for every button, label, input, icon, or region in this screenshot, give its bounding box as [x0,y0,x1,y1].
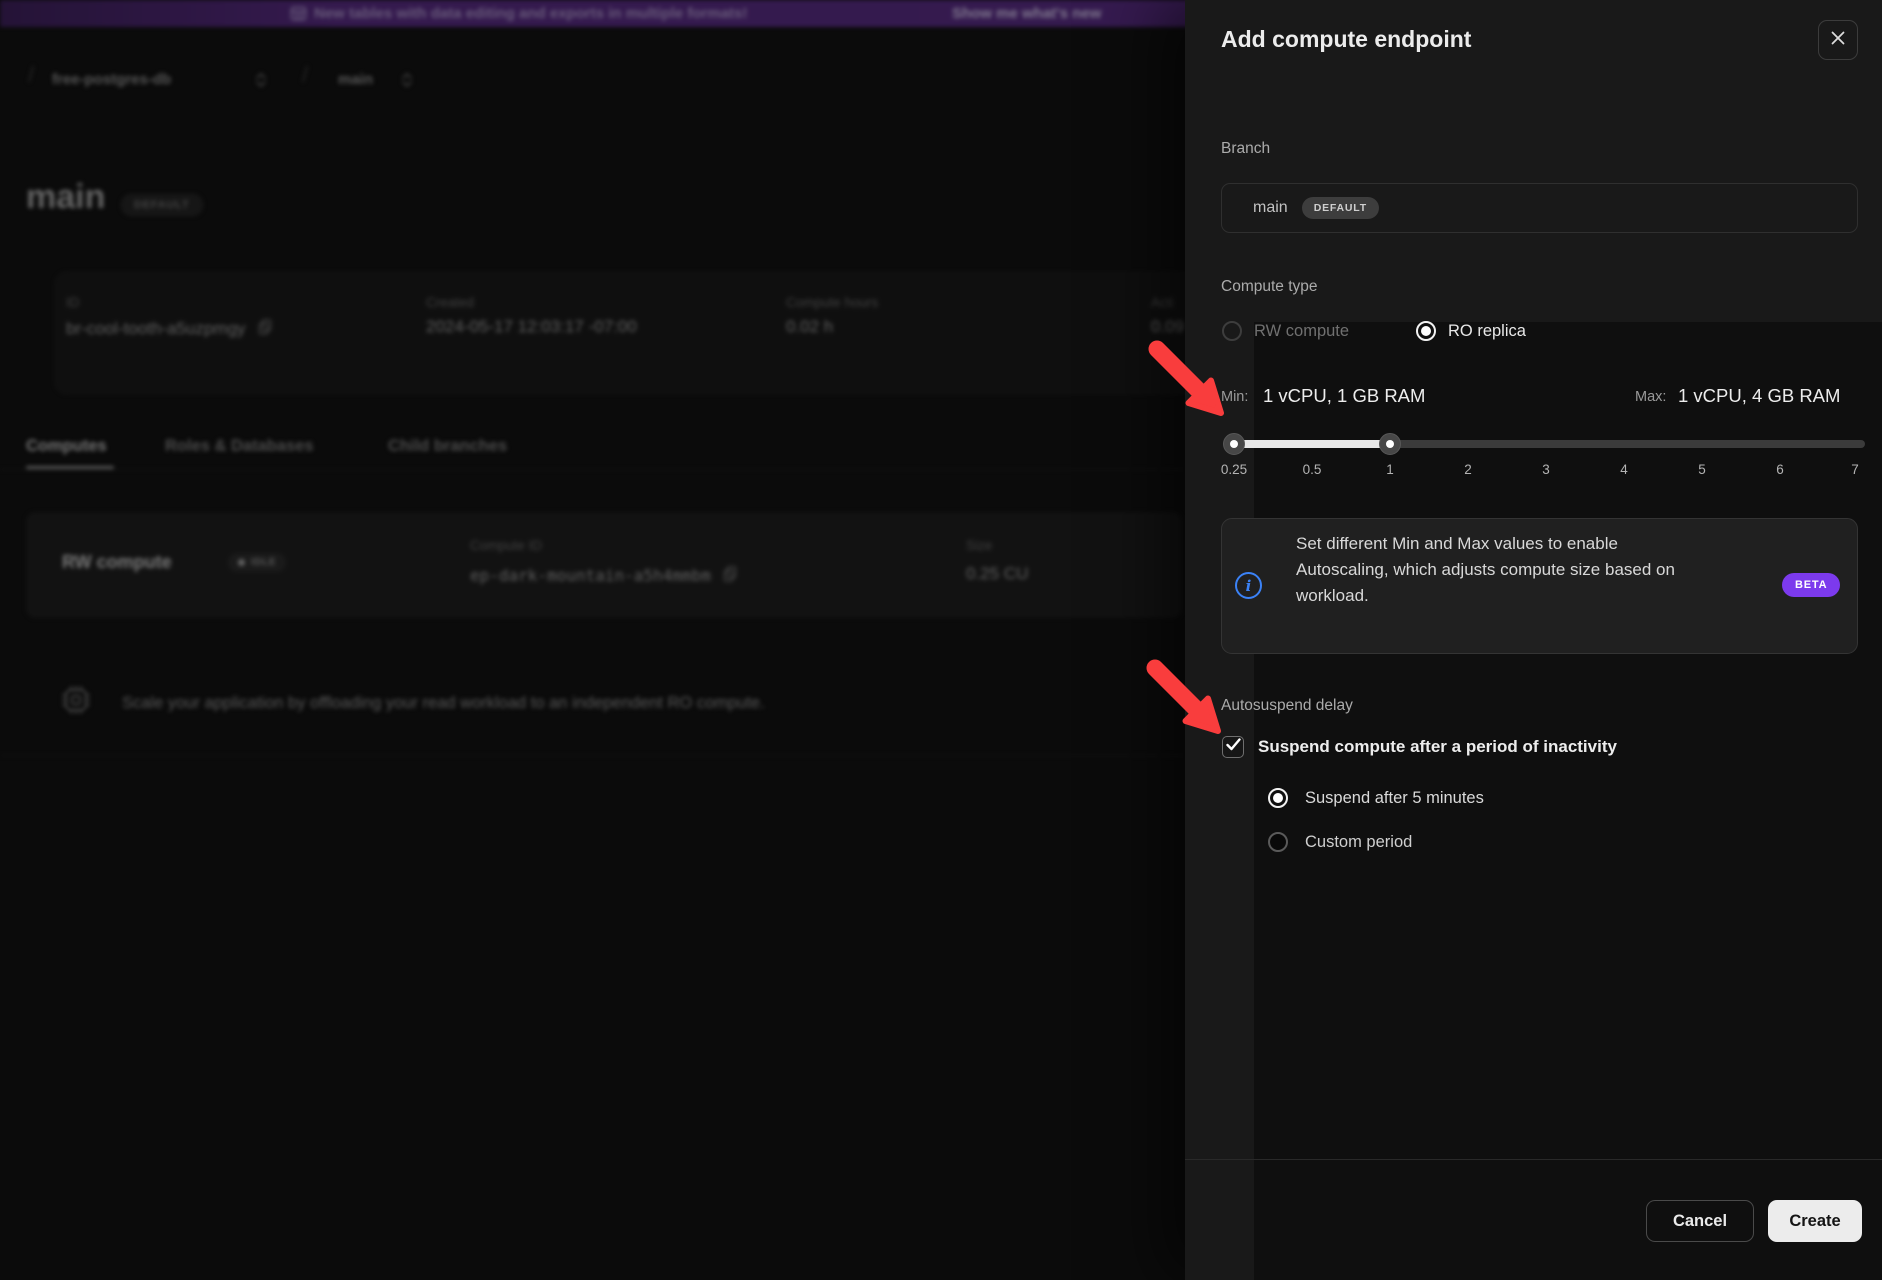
slider-tick: 7 [1825,462,1882,477]
radio-ro-replica-label[interactable]: RO replica [1448,322,1526,341]
branch-label: Branch [1221,140,1270,158]
suspend-checkbox-label[interactable]: Suspend compute after a period of inacti… [1258,737,1617,757]
autoscaling-info-text: Set different Min and Max values to enab… [1296,531,1681,609]
max-value: 1 vCPU, 4 GB RAM [1678,385,1840,407]
close-button[interactable] [1818,20,1858,60]
slider-tick: 0.25 [1204,462,1264,477]
slider-tick: 1 [1360,462,1420,477]
slider-tick: 4 [1594,462,1654,477]
radio-suspend-5-minutes[interactable] [1268,788,1288,808]
slider-tick: 5 [1672,462,1732,477]
slider-tick: 2 [1438,462,1498,477]
min-value: 1 vCPU, 1 GB RAM [1263,385,1425,407]
radio-custom-period[interactable] [1268,832,1288,852]
default-badge: DEFAULT [1302,197,1379,219]
branch-value: main [1253,199,1288,217]
info-icon: i [1235,572,1262,599]
footer-divider [1185,1159,1882,1160]
branch-select[interactable]: main DEFAULT [1221,183,1858,233]
drawer-title: Add compute endpoint [1221,26,1471,53]
check-icon [1226,738,1241,756]
slider-tick: 0.5 [1282,462,1342,477]
autosuspend-label: Autosuspend delay [1221,697,1353,715]
compute-type-label: Compute type [1221,278,1318,296]
slider-handle-max[interactable] [1379,433,1401,455]
radio-custom-period-label[interactable]: Custom period [1305,833,1412,852]
slider-tick: 6 [1750,462,1810,477]
slider-handle-min[interactable] [1223,433,1245,455]
cancel-button[interactable]: Cancel [1646,1200,1754,1242]
compute-size-slider-fill [1234,440,1390,448]
slider-tick: 3 [1516,462,1576,477]
close-icon [1830,30,1846,51]
radio-suspend-5-minutes-label[interactable]: Suspend after 5 minutes [1305,789,1484,808]
add-compute-endpoint-drawer: Add compute endpoint Branch main DEFAULT… [1185,0,1882,1280]
suspend-checkbox[interactable] [1222,736,1244,758]
max-label: Max: [1635,389,1666,405]
create-button[interactable]: Create [1768,1200,1862,1242]
min-label: Min: [1221,389,1248,405]
app-window: New tables with data editing and exports… [0,0,1882,1280]
radio-rw-compute[interactable] [1222,321,1242,341]
beta-badge: BETA [1782,573,1840,597]
radio-ro-replica[interactable] [1416,321,1436,341]
